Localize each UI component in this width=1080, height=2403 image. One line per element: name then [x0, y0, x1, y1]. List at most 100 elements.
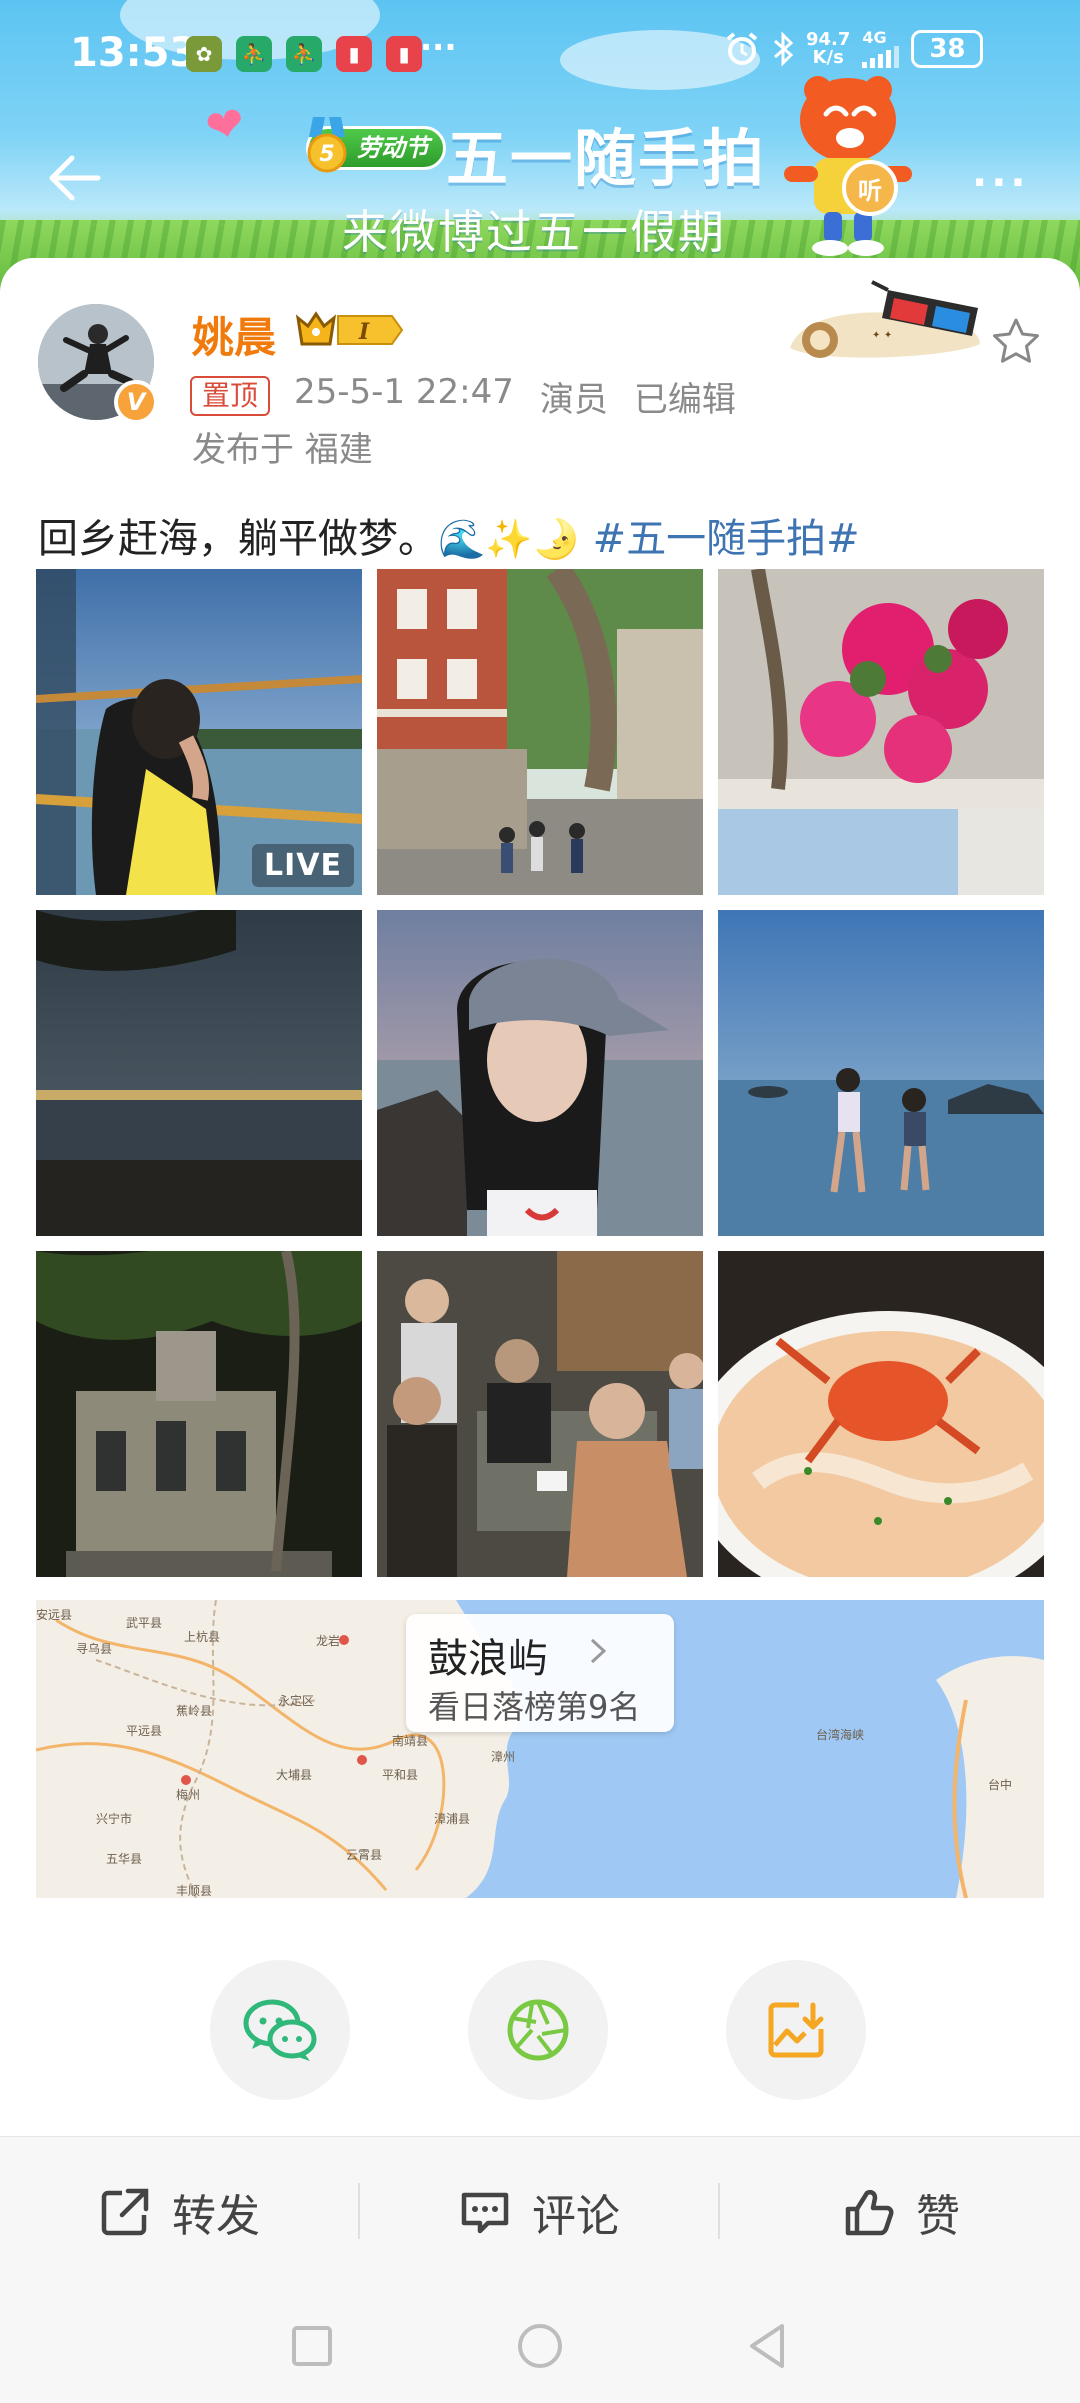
svg-text:✦ ✦: ✦ ✦	[872, 330, 892, 341]
verified-badge-icon: V	[114, 380, 158, 424]
repost-button[interactable]: 转发	[98, 2167, 260, 2257]
map-town-label: 武平县	[126, 1616, 163, 1630]
photo-gulangyu-street-image	[377, 569, 703, 895]
photo-gulangyu-street[interactable]	[377, 569, 703, 895]
hashtag-link[interactable]: #五一随手拍#	[593, 516, 860, 562]
home-circle-icon[interactable]	[512, 2318, 568, 2374]
map-town-label: 龙岩	[316, 1634, 341, 1648]
map-town-label: 平远县	[126, 1724, 163, 1738]
red-app-icon: ▮	[386, 36, 422, 72]
photo-old-villa-image	[36, 1251, 362, 1577]
status-time: 13:53	[70, 30, 198, 76]
post-text: 回乡赶海，躺平做梦。	[38, 516, 438, 562]
comment-button[interactable]: 评论	[458, 2167, 620, 2257]
map-town-label: 台湾海峡	[816, 1728, 865, 1742]
map-sunset-rank: 看日落榜第9名	[428, 1688, 641, 1726]
post-location: 发布于 福建	[192, 430, 373, 470]
map-town-label: 兴宁市	[96, 1812, 133, 1826]
share-wechat-button[interactable]	[210, 1960, 350, 2100]
recent-apps-square-icon[interactable]	[284, 2318, 340, 2374]
user-role: 演员	[539, 380, 608, 420]
photo-crab-dish-image	[718, 1251, 1044, 1577]
edited-label[interactable]: 已编辑	[634, 372, 736, 421]
sports-app-icon: ⛹	[236, 36, 272, 72]
map-town-label: 平和县	[382, 1768, 419, 1782]
member-crown-badge-icon[interactable]: I	[294, 308, 406, 352]
photo-night-coast-image	[36, 910, 362, 1236]
post-action-bar: 转发 评论 赞	[0, 2136, 1080, 2286]
map-town-label: 南靖县	[392, 1734, 429, 1748]
status-more-dots: ···	[420, 28, 457, 66]
map-town-label: 上杭县	[184, 1630, 221, 1644]
photo-old-villa[interactable]	[36, 1251, 362, 1577]
labor-day-badge-label: 劳动节	[357, 134, 429, 162]
action-divider	[718, 2183, 720, 2239]
live-photo-badge: LIVE	[252, 844, 354, 887]
comment-icon	[461, 2192, 509, 2234]
map-location-card[interactable]: 鼓浪屿 看日落榜第9名	[406, 1614, 674, 1732]
save-image-button[interactable]	[726, 1960, 866, 2100]
photo-selfie-cap-image	[377, 910, 703, 1236]
pinned-tag: 置顶	[190, 376, 271, 416]
taobao-icon: ✿	[186, 36, 222, 72]
map-town-label: 漳浦县	[434, 1812, 471, 1826]
svg-text:5: 5	[319, 142, 334, 167]
photo-playing-cards[interactable]	[377, 1251, 703, 1577]
photo-crab-dish[interactable]	[718, 1251, 1044, 1577]
map-town-label: 安远县	[36, 1608, 73, 1622]
svg-text:I: I	[358, 319, 370, 345]
photo-night-coast[interactable]	[36, 910, 362, 1236]
photo-kids-beach-image	[718, 910, 1044, 1236]
header-banner: 13:53 ✿ ⛹ ⛹ ▮ ▮ ··· 94.7 K/s 4G 38 ❤ 5 劳…	[0, 0, 1080, 300]
sports-app-icon: ⛹	[286, 36, 322, 72]
3d-glasses-decoration-icon[interactable]: ✦ ✦	[776, 278, 996, 378]
username[interactable]: 姚晨	[192, 304, 276, 365]
map-town-label: 永定区	[278, 1694, 315, 1708]
moments-aperture-icon	[507, 1999, 569, 2061]
post-meta: 25-5-1 22:47 演员 已编辑	[294, 372, 736, 421]
more-options-button[interactable]: ···	[972, 160, 1030, 206]
chevron-right-icon	[590, 1638, 607, 1664]
map-town-label: 丰顺县	[176, 1884, 213, 1898]
banner-title: 五一随手拍	[446, 122, 767, 195]
battery-indicator: 38	[911, 30, 984, 68]
map-town-label: 大埔县	[276, 1768, 313, 1782]
map-town-label: 蕉岭县	[176, 1704, 213, 1718]
map-town-label: 漳州	[491, 1750, 516, 1764]
photo-kids-beach[interactable]	[718, 910, 1044, 1236]
repost-label: 转发	[172, 2191, 260, 2242]
labor-day-badge: 5 劳动节	[306, 117, 446, 173]
post-emojis: 🌊✨🌛	[438, 517, 580, 561]
post-timestamp: 25-5-1 22:47	[294, 372, 514, 412]
map-town-label: 云霄县	[346, 1848, 383, 1862]
red-app-icon: ▮	[336, 36, 372, 72]
save-image-icon	[768, 2002, 824, 2058]
wechat-icon	[243, 1999, 317, 2061]
back-triangle-icon[interactable]	[740, 2318, 796, 2374]
photo-boat-ride[interactable]: LIVE	[36, 569, 362, 895]
photo-bougainvillea[interactable]	[718, 569, 1044, 895]
thumbs-up-icon	[845, 2189, 894, 2236]
map-town-label: 台中	[988, 1778, 1013, 1792]
like-button[interactable]: 赞	[842, 2167, 960, 2257]
repost-icon	[101, 2188, 149, 2236]
location-map[interactable]: 龙岩 漳州 梅州 平和县 南靖县 云霄县 大埔县 永定区 上杭县 武平县 寻乌县…	[36, 1600, 1044, 1898]
alarm-icon	[726, 32, 758, 65]
share-row	[0, 1908, 1080, 2100]
map-town-label: 梅州	[176, 1788, 201, 1802]
photo-playing-cards-image	[377, 1251, 703, 1577]
share-moments-button[interactable]	[468, 1960, 608, 2100]
favorite-star-icon[interactable]	[990, 316, 1042, 368]
map-town-label: 寻乌县	[76, 1642, 113, 1656]
post-card: V 姚晨 I 置顶 25-5-1 22:47 演员 已编辑 发布于 福建 ✦ ✦…	[0, 258, 1080, 2138]
comment-label: 评论	[532, 2191, 620, 2242]
map-place-name: 鼓浪屿	[428, 1636, 548, 1682]
photo-selfie-cap[interactable]	[377, 910, 703, 1236]
like-label: 赞	[916, 2191, 960, 2242]
post-body: 回乡赶海，躺平做梦。🌊✨🌛 #五一随手拍#	[38, 506, 860, 564]
action-divider	[358, 2183, 360, 2239]
map-town-label: 五华县	[106, 1852, 143, 1866]
medal-icon: 5	[307, 117, 347, 173]
back-arrow-icon[interactable]	[42, 148, 102, 208]
listen-button[interactable]: 听	[842, 160, 898, 216]
